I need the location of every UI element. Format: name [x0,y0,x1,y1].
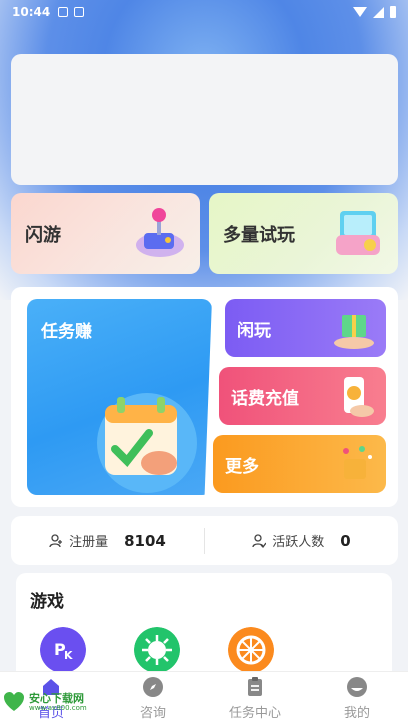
active-value: 0 [340,531,351,550]
pk-game-icon[interactable]: P K [40,627,86,673]
tab-consult-label: 咨询 [139,706,166,721]
more-card[interactable]: 更多 [213,435,386,493]
shanyou-label: 闪游 [25,224,61,246]
wheel-game-icon[interactable] [228,627,274,673]
watermark-url: www.ax800.com [29,703,87,712]
watermark-text: 安心下载网 [29,691,84,705]
registered-stat: 注册量 8104 [11,531,204,550]
tab-consult[interactable]: 咨询 [102,672,204,725]
shanyou-card[interactable]: 闪游 [11,193,200,274]
heart-logo-icon [4,692,24,711]
active-label: 活跃人数 [272,535,325,550]
svg-text:K: K [64,649,73,662]
xianwan-label: 闲玩 [237,320,271,341]
phone-recharge-icon [344,377,374,417]
watermark: 安心下载网 www.ax800.com [2,690,87,714]
task-earn-label: 任务赚 [41,322,92,342]
battery-icon [390,6,396,18]
phone-trial-icon [336,211,380,255]
xianwan-card[interactable]: 闲玩 [225,299,386,357]
system-icons [353,6,396,18]
tab-task-center[interactable]: 任务中心 [204,672,306,725]
registered-value: 8104 [124,531,166,550]
stats-bar: 注册量 8104 活跃人数 0 [11,516,398,565]
celebration-icon [343,446,372,479]
recharge-card[interactable]: 话费充值 [219,367,386,425]
joystick-icon [136,208,184,257]
notification-icon [58,7,69,17]
active-stat: 活跃人数 0 [205,531,398,550]
tab-mine[interactable]: 我的 [306,672,408,725]
games-title: 游戏 [30,592,64,612]
tab-task-center-label: 任务中心 [228,706,281,721]
status-time: 10:44 [12,5,51,19]
notification-icon [74,7,85,17]
notification-icons [58,7,85,17]
user-add-icon [49,533,63,547]
calendar-icon [97,393,197,493]
duoliang-label: 多量试玩 [223,224,295,246]
gift-box-icon [334,315,374,349]
signal-icon [373,6,384,18]
user-active-icon [252,533,267,548]
games-section: 游戏 P K [16,573,392,683]
compass-icon [143,677,163,697]
profile-icon [347,677,367,697]
duoliang-card[interactable]: 多量试玩 [209,193,398,274]
task-earn-card[interactable]: 任务赚 [27,299,212,495]
more-label: 更多 [225,456,259,477]
clipboard-icon [248,677,262,696]
tab-mine-label: 我的 [343,706,370,721]
wifi-icon [353,7,367,17]
registered-label: 注册量 [69,535,109,550]
banner[interactable] [11,54,398,185]
virus-game-icon[interactable] [134,627,180,673]
recharge-label: 话费充值 [231,388,299,409]
status-bar: 10:44 [0,0,408,24]
